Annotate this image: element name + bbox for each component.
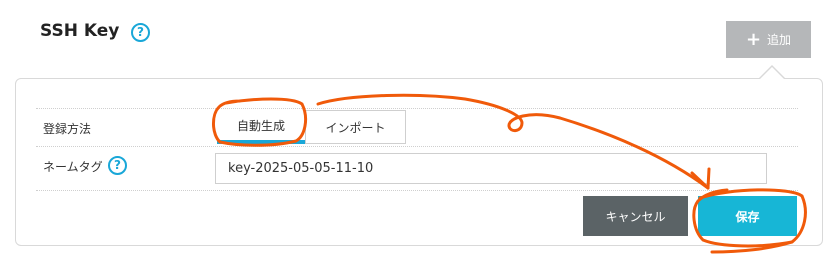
plus-icon: + <box>745 28 762 50</box>
help-icon[interactable]: ? <box>108 156 127 175</box>
tab-auto-generate[interactable]: 自動生成 <box>217 111 305 144</box>
save-button[interactable]: 保存 <box>698 196 797 236</box>
name-tag-label: ネームタグ <box>43 160 103 174</box>
row-divider <box>36 190 798 191</box>
caret-pointer-fill <box>760 67 784 79</box>
add-button-label: 追加 <box>767 33 792 47</box>
row-divider <box>36 146 798 147</box>
help-icon[interactable]: ? <box>131 23 150 42</box>
row-divider <box>36 108 798 109</box>
tab-import[interactable]: インポート <box>305 110 406 144</box>
name-tag-input[interactable] <box>215 153 767 184</box>
add-button[interactable]: + 追加 <box>726 21 811 58</box>
page-title: SSH Key <box>40 21 120 41</box>
cancel-button[interactable]: キャンセル <box>583 196 688 236</box>
method-label: 登録方法 <box>43 122 92 136</box>
